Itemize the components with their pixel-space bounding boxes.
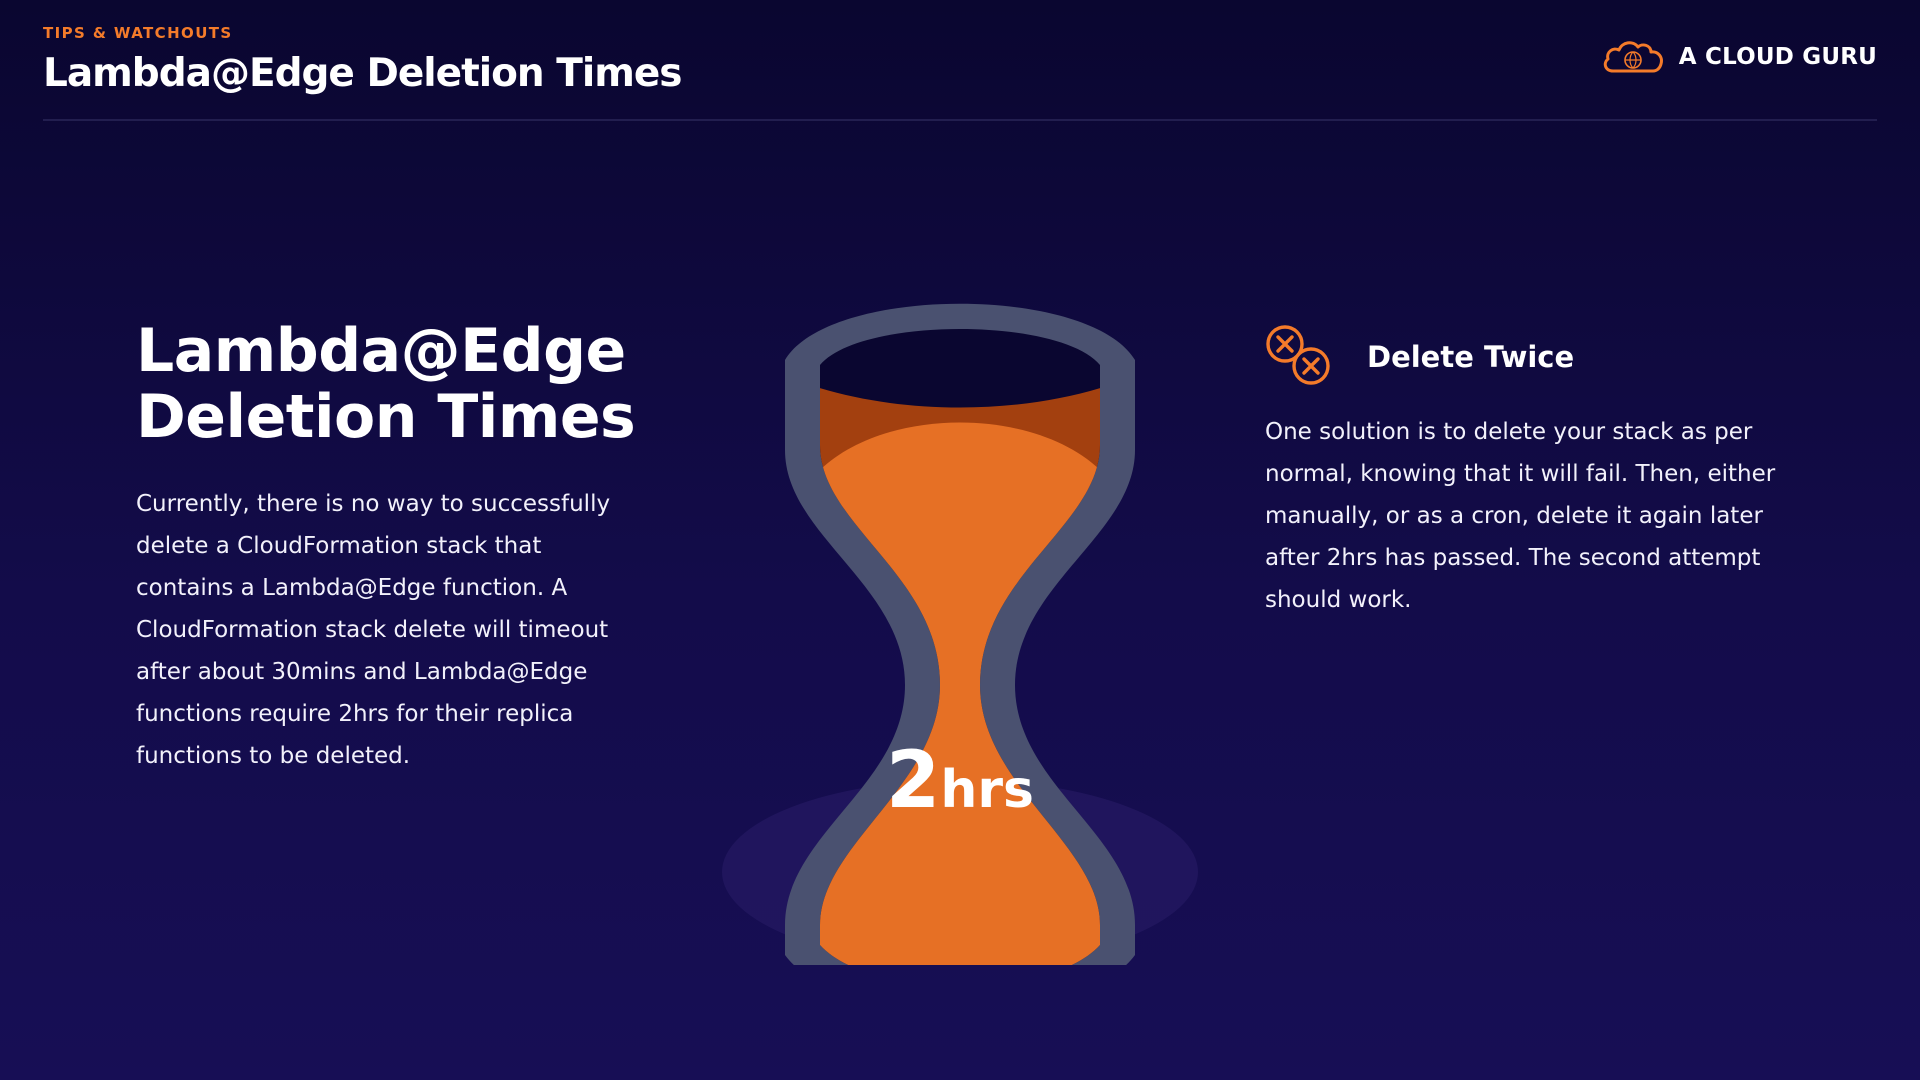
callout: Delete Twice One solution is to delete y… bbox=[1265, 322, 1785, 621]
callout-header: Delete Twice bbox=[1265, 322, 1785, 392]
sand-stream bbox=[820, 422, 1100, 965]
page-title: Lambda@Edge Deletion Times bbox=[43, 51, 683, 96]
hourglass-icon: 2hrs bbox=[722, 303, 1198, 965]
main-title-line2: Deletion Times bbox=[136, 382, 636, 452]
main-title: Lambda@Edge Deletion Times bbox=[136, 318, 636, 450]
main-title-line1: Lambda@Edge bbox=[136, 316, 626, 386]
main-body-text: Currently, there is no way to successful… bbox=[136, 491, 611, 769]
hourglass-number: 2 bbox=[886, 736, 940, 826]
brand-name: A CLOUD GURU bbox=[1678, 44, 1877, 70]
callout-title: Delete Twice bbox=[1367, 340, 1575, 374]
main-content: Lambda@Edge Deletion Times Currently, th… bbox=[136, 318, 636, 777]
header: TIPS & WATCHOUTS Lambda@Edge Deletion Ti… bbox=[43, 24, 683, 96]
section-eyebrow: TIPS & WATCHOUTS bbox=[43, 24, 233, 42]
cloud-logo-icon bbox=[1603, 41, 1663, 73]
callout-body-text: One solution is to delete your stack as … bbox=[1265, 419, 1776, 613]
double-x-circle-icon bbox=[1266, 325, 1330, 385]
hourglass-unit: hrs bbox=[940, 760, 1034, 820]
header-divider bbox=[43, 119, 1877, 121]
brand-logo: A CLOUD GURU bbox=[1601, 37, 1877, 77]
